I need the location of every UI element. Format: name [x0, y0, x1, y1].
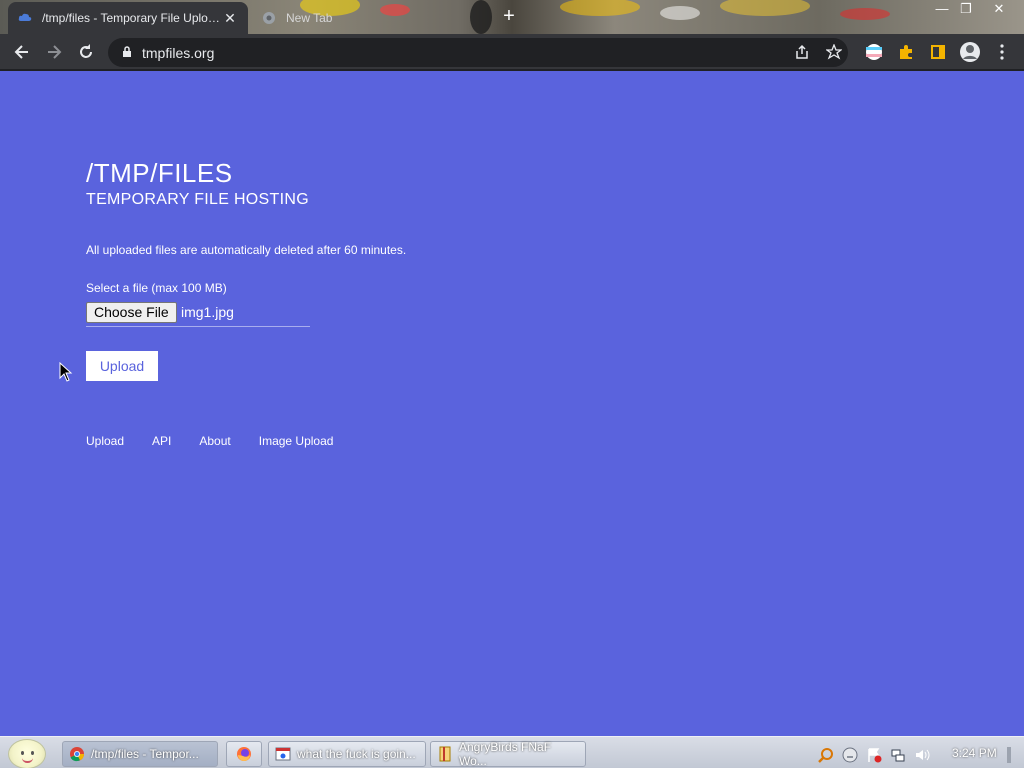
nav-link-upload[interactable]: Upload [86, 434, 124, 448]
browser-title-bar: /tmp/files - Temporary File Uplo… ✕ New … [0, 0, 1024, 34]
more-vert-icon [1000, 44, 1004, 60]
volume-icon[interactable] [914, 747, 930, 763]
close-window-button[interactable]: ✕ [985, 0, 1013, 18]
nav-link-image-upload[interactable]: Image Upload [259, 434, 334, 448]
tab-title: /tmp/files - Temporary File Uplo… [42, 11, 220, 25]
extensions-button[interactable] [894, 40, 918, 64]
chrome-icon [70, 747, 84, 762]
nav-link-api[interactable]: API [152, 434, 171, 448]
nav-link-about[interactable]: About [199, 434, 230, 448]
choose-file-button[interactable]: Choose File [86, 302, 177, 323]
menu-button[interactable] [990, 40, 1014, 64]
taskbar-clock: 3:24 PM [952, 746, 997, 760]
cloud-upload-icon [18, 13, 32, 21]
taskbar-item-chrome[interactable]: /tmp/files - Tempor... [62, 741, 218, 767]
emoji-icon[interactable] [842, 747, 858, 763]
upload-button[interactable]: Upload [86, 351, 158, 381]
profile-button[interactable] [958, 40, 982, 64]
start-button[interactable] [8, 739, 46, 768]
smiley-eye [21, 751, 24, 755]
flag-icon [866, 44, 882, 60]
reload-button[interactable] [74, 40, 98, 64]
browser-window-icon [275, 747, 291, 761]
new-tab-button[interactable]: + [498, 6, 520, 28]
deletion-notice: All uploaded files are automatically del… [86, 243, 407, 257]
close-tab-icon[interactable]: ✕ [222, 10, 238, 27]
taskbar-item-label: /tmp/files - Tempor... [91, 747, 199, 761]
tab-new-tab[interactable]: New Tab [252, 2, 482, 34]
taskbar-item-label: what the fuck is goin... [297, 747, 416, 761]
taskbar-item-firefox[interactable] [226, 741, 262, 767]
footer-nav: Upload API About Image Upload [86, 434, 361, 448]
taskbar: /tmp/files - Tempor... what the fuck is … [0, 736, 1024, 768]
page-subtitle: TEMPORARY FILE HOSTING [86, 191, 309, 208]
page-content: /TMP/FILES TEMPORARY FILE HOSTING All up… [0, 72, 1024, 736]
file-input[interactable]: Choose File img1.jpg [86, 301, 310, 327]
profile-flag-button[interactable] [862, 40, 886, 64]
tab-title: New Tab [286, 11, 333, 25]
taskbar-item-document[interactable]: AngryBirds FNaF Wo... [430, 740, 586, 768]
url-text: tmpfiles.org [142, 45, 215, 61]
network-icon[interactable] [890, 747, 906, 763]
restore-button[interactable]: ❐ [952, 0, 980, 18]
address-bar[interactable]: tmpfiles.org [108, 38, 848, 67]
reload-icon [80, 44, 92, 58]
avatar-icon [960, 42, 980, 62]
page-title: /TMP/FILES [86, 158, 233, 188]
smiley-mouth [22, 758, 33, 763]
smiley-eye [31, 751, 34, 755]
selected-file-name: img1.jpg [181, 304, 234, 320]
side-panel-icon [931, 45, 945, 59]
share-icon [796, 44, 808, 59]
action-center-flag-icon[interactable] [866, 747, 882, 763]
star-icon [826, 44, 842, 60]
arrow-right-icon [48, 45, 62, 59]
lock-icon [123, 46, 131, 57]
chrome-icon [263, 12, 275, 24]
bookmark-button[interactable] [822, 40, 846, 64]
share-button[interactable] [790, 40, 814, 64]
tab-tmpfiles[interactable]: /tmp/files - Temporary File Uplo… ✕ [8, 2, 248, 34]
taskbar-item-window[interactable]: what the fuck is goin... [268, 741, 426, 767]
taskbar-item-label: AngryBirds FNaF Wo... [459, 740, 552, 768]
back-button[interactable] [10, 40, 34, 64]
mouse-cursor-icon [59, 362, 73, 382]
puzzle-icon [900, 45, 912, 59]
file-input-label: Select a file (max 100 MB) [86, 281, 227, 295]
firefox-icon [237, 747, 251, 761]
show-desktop-icon[interactable] [1004, 747, 1014, 763]
side-panel-button[interactable] [926, 40, 950, 64]
arrow-left-icon [14, 45, 28, 59]
forward-button[interactable] [42, 40, 66, 64]
browser-toolbar: tmpfiles.org [0, 34, 1024, 71]
document-icon [439, 746, 451, 762]
search-icon[interactable] [818, 747, 834, 763]
